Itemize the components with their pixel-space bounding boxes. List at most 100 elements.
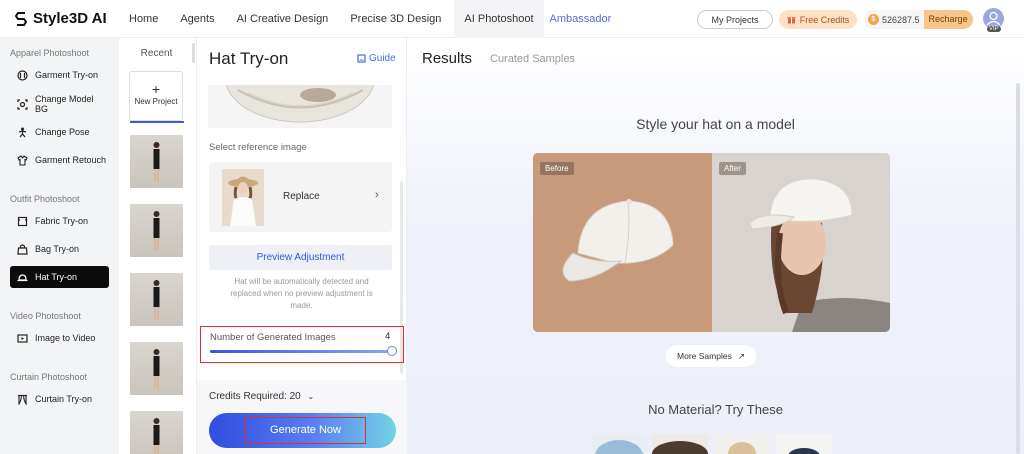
guide-link[interactable]: Guide [357,53,396,64]
panel-footer: Credits Required: 20 ⌄ Generate Now [197,380,407,454]
free-credits-button[interactable]: Free Credits [779,10,857,29]
more-samples-label: More Samples [677,351,732,361]
sample-hat[interactable] [591,434,647,454]
generated-images-count: 4 [385,331,391,342]
sidebar-item-fabric-try-on[interactable]: Fabric Try-on [10,210,109,232]
my-projects-button[interactable]: My Projects [697,10,773,29]
generate-now-button[interactable]: Generate Now [209,413,396,448]
slider-handle[interactable] [387,346,397,356]
retouch-icon [17,154,28,166]
credits-value: 526287.5 [882,14,920,25]
recent-thumbnail[interactable] [130,273,183,326]
tab-results[interactable]: Results [422,50,472,67]
recent-projects-column: Recent + New Project [119,38,197,454]
fabric-icon [17,216,28,226]
replace-label: Replace [283,191,320,202]
sidebar-item-label: Change Model BG [35,94,94,114]
recent-thumbnail[interactable] [130,342,183,395]
reference-model-image [222,169,264,226]
new-project-label: New Project [134,97,178,106]
generated-images-control: Number of Generated Images 4 [200,326,404,363]
sidebar: Apparel Photoshoot Garment Try-on Change… [0,38,119,454]
garment-icon [17,69,28,81]
sidebar-item-curtain-try-on[interactable]: Curtain Try-on [10,388,109,410]
video-icon [17,333,28,343]
sidebar-item-label: Change Pose [35,127,90,137]
hat-try-on-panel: Hat Try-on Guide Select reference image … [197,38,407,454]
nav-ai-creative-design[interactable]: AI Creative Design [224,0,338,38]
sample-hat[interactable] [652,434,708,454]
credits-required-label: Credits Required: 20 [209,391,301,402]
preview-adjustment-button[interactable]: Preview Adjustment [209,245,392,270]
preview-note: Hat will be automatically detected and r… [230,277,373,310]
background-icon [17,98,28,110]
generate-now-label: Generate Now [245,417,366,444]
chevron-down-icon: ⌄ [307,392,315,401]
arrow-up-right-icon: ↗ [737,350,745,361]
sidebar-item-hat-try-on[interactable]: Hat Try-on [10,266,109,288]
sidebar-item-change-model-bg[interactable]: Change Model BG [10,93,109,115]
credits-required-dropdown[interactable]: Credits Required: 20 ⌄ [209,391,314,402]
nav-home[interactable]: Home [120,0,167,38]
plus-icon: + [151,81,161,97]
section-apparel-photoshoot: Apparel Photoshoot [10,48,90,58]
section-video-photoshoot: Video Photoshoot [10,311,81,321]
recent-thumbnail[interactable] [130,135,183,188]
results-scrollbar[interactable] [1016,83,1020,454]
sidebar-item-bag-try-on[interactable]: Bag Try-on [10,238,109,260]
showcase-title: Style your hat on a model [636,116,795,132]
sidebar-item-label: Curtain Try-on [35,394,93,404]
before-image [533,153,712,332]
nav-precise-3d-design[interactable]: Precise 3D Design [337,0,450,38]
vip-badge: VIP [987,26,1001,32]
sidebar-item-label: Image to Video [35,333,96,343]
no-material-title: No Material? Try These [648,402,783,417]
results-area: Results Curated Samples Style your hat o… [407,38,1024,454]
coin-icon: $ [868,14,879,25]
sidebar-item-label: Bag Try-on [35,244,80,254]
recent-thumbnail[interactable] [130,411,183,454]
top-header: Style3D AI Home Agents AI Creative Desig… [0,0,1024,38]
hat-image [225,85,375,123]
new-project-button[interactable]: + New Project [129,71,184,123]
navy-cap-image [788,448,820,454]
sidebar-item-label: Garment Try-on [35,70,99,80]
guide-label: Guide [369,53,396,64]
hat-icon [17,273,28,281]
book-icon [357,54,366,63]
reference-label: Select reference image [209,142,307,153]
nav-agents[interactable]: Agents [167,0,223,38]
gift-icon [787,17,796,24]
reference-image-card[interactable]: Replace › [209,162,392,232]
sidebar-item-label: Hat Try-on [35,272,78,282]
recent-scrollbar[interactable] [192,43,195,63]
sidebar-item-garment-try-on[interactable]: Garment Try-on [10,64,109,86]
credits-balance: $526287.5 Recharge [864,10,973,29]
recharge-button[interactable]: Recharge [923,10,973,29]
active-indicator [130,121,184,123]
section-curtain-photoshoot: Curtain Photoshoot [10,372,88,382]
free-credits-label: Free Credits [799,14,850,25]
sidebar-item-image-to-video[interactable]: Image to Video [10,327,109,349]
tab-curated-samples[interactable]: Curated Samples [490,53,575,65]
brand-logo[interactable]: Style3D AI [14,10,107,27]
after-image [712,153,890,332]
model-figure-icon [153,211,160,251]
beret-image [652,441,708,454]
model-figure-icon [153,349,160,389]
nav-ambassador[interactable]: Ambassador [544,0,621,38]
recent-thumbnail[interactable] [130,204,183,257]
model-figure-icon [153,418,160,454]
bag-icon [17,243,28,255]
generated-images-slider[interactable] [210,350,394,353]
model-figure-icon [153,280,160,320]
uploaded-hat-preview[interactable] [208,85,392,128]
nav-ai-photoshoot[interactable]: AI Photoshoot [454,0,544,38]
pose-icon [18,127,27,137]
more-samples-button[interactable]: More Samples ↗ [666,345,756,367]
sidebar-item-garment-retouch[interactable]: Garment Retouch [10,149,109,171]
cap-image [562,199,674,282]
sidebar-item-change-pose[interactable]: Change Pose [10,121,109,143]
sample-hat[interactable] [714,434,770,454]
sample-hat[interactable] [776,434,832,454]
